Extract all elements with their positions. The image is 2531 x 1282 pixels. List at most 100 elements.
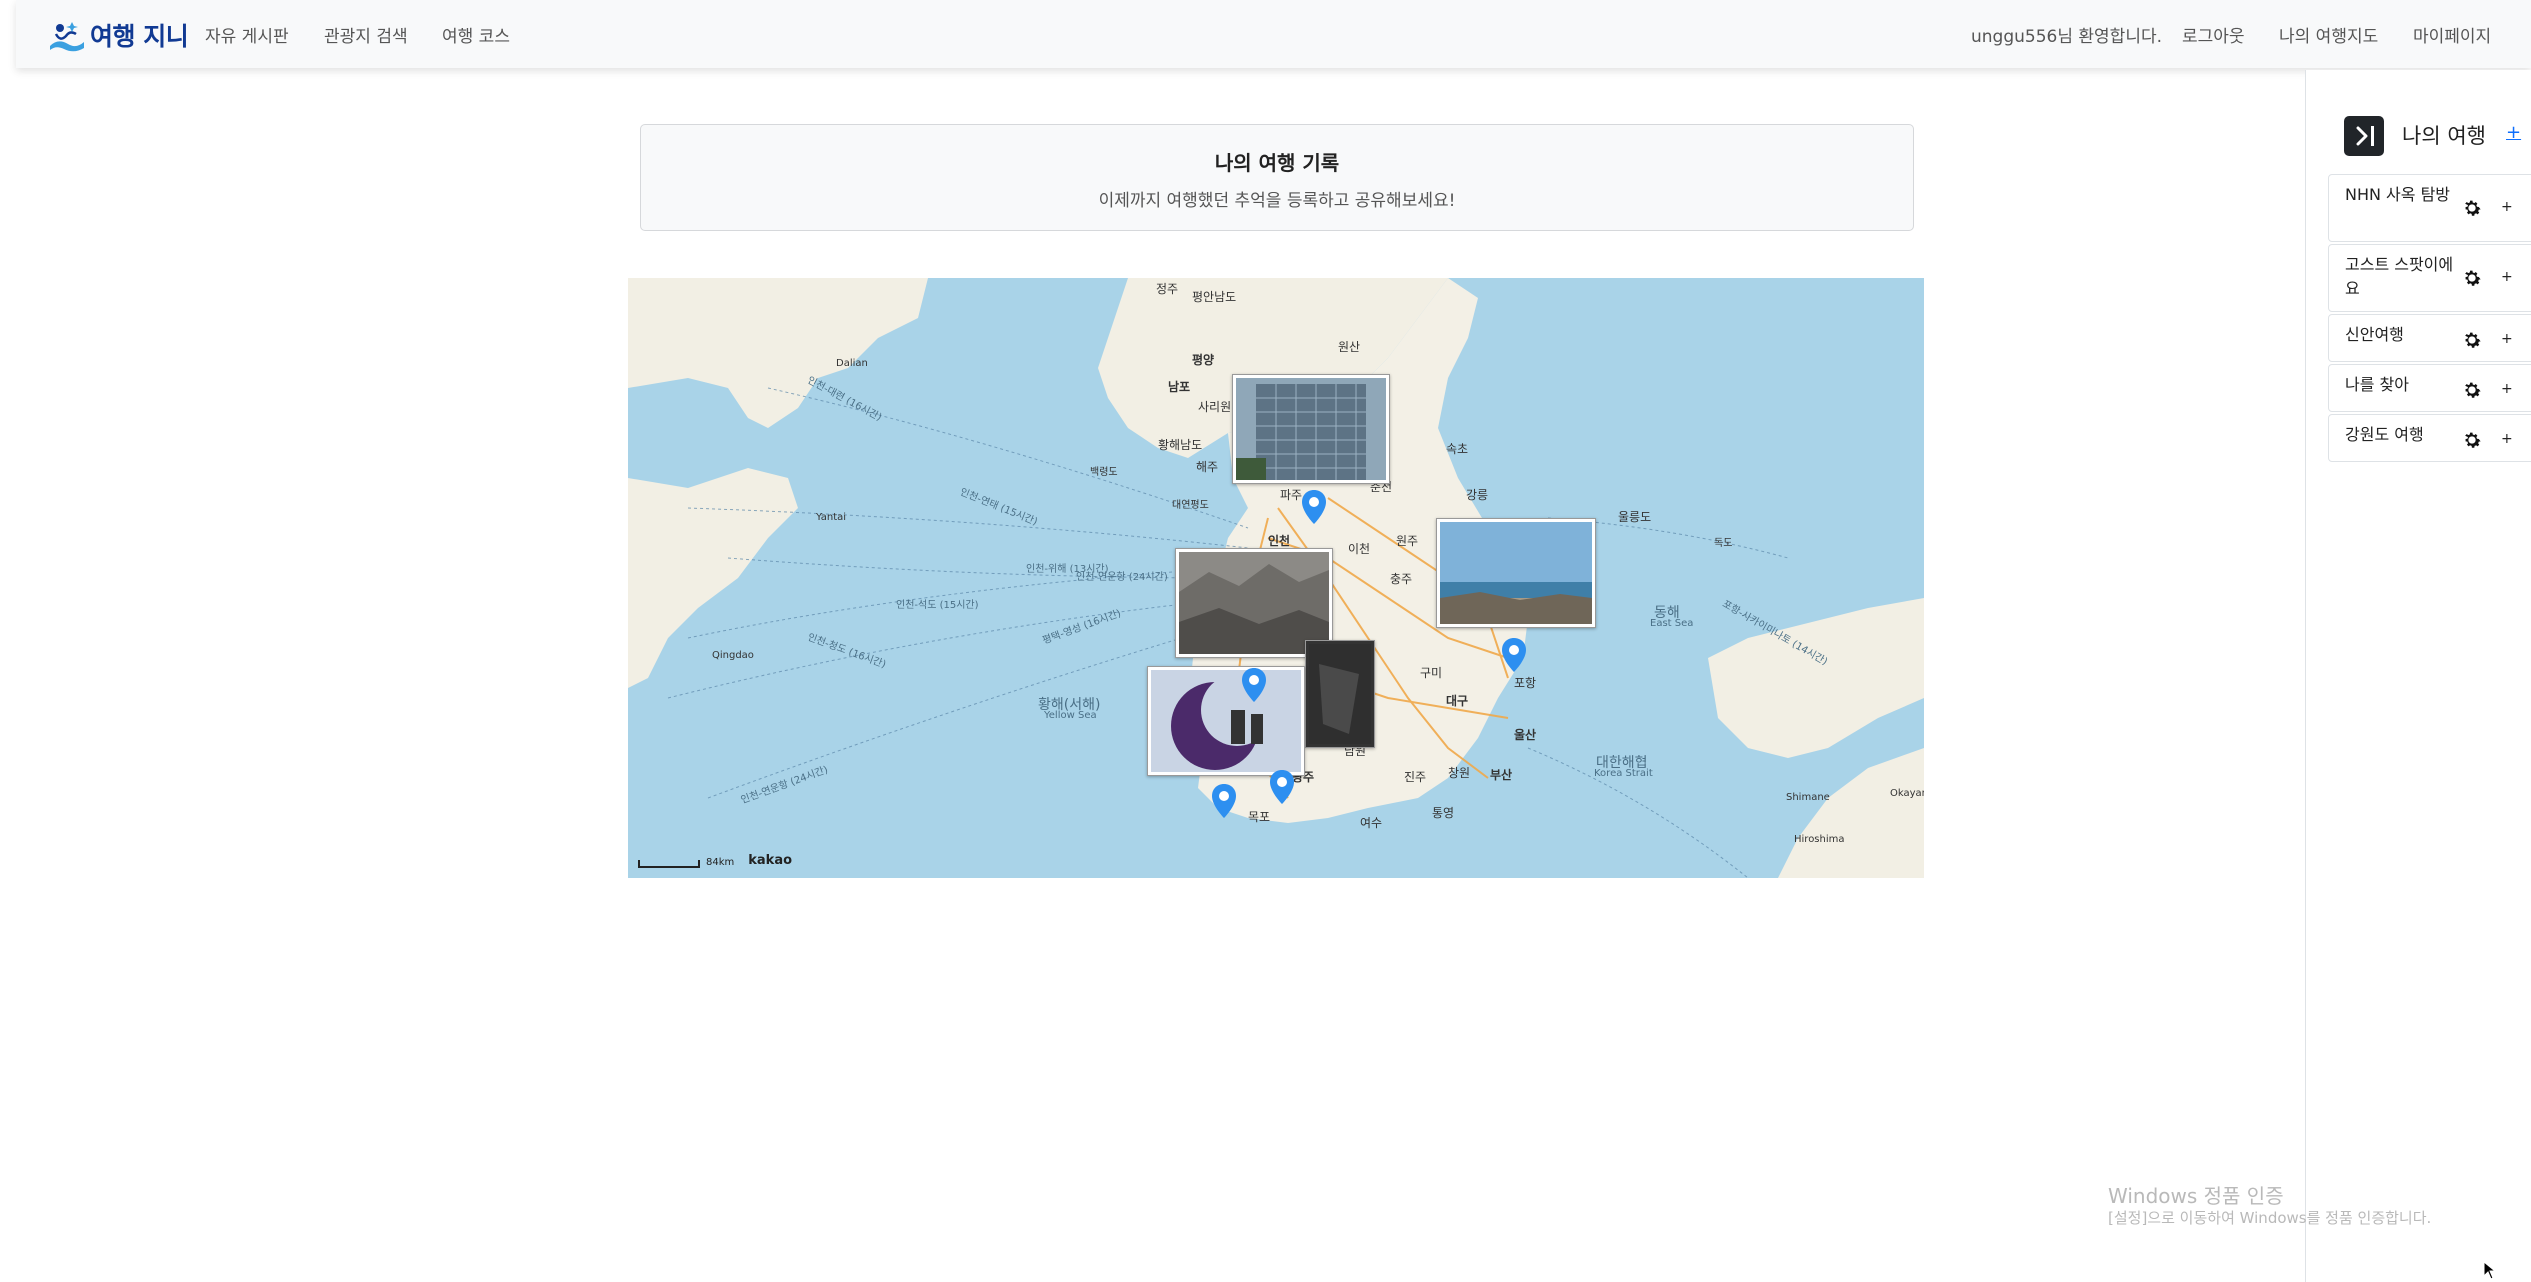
logout-link[interactable]: 로그아웃 <box>2182 22 2245 47</box>
map-label-city: 속초 <box>1446 442 1469 456</box>
nav-travel-course[interactable]: 여행 코스 <box>442 22 510 47</box>
map-label-city: 이천 <box>1348 542 1371 556</box>
trip-item[interactable]: 강원도 여행 + <box>2328 414 2531 462</box>
trip-add-button[interactable]: + <box>2501 199 2513 215</box>
map-label-city: Hiroshima <box>1794 834 1845 845</box>
map-label-city: 독도 <box>1714 538 1733 549</box>
map-label-city: 사리원 <box>1198 400 1232 414</box>
nav-free-board[interactable]: 자유 게시판 <box>205 22 289 47</box>
dark-photo-icon <box>1309 644 1371 744</box>
map-label-city: 포항 <box>1514 676 1537 690</box>
sea-label: East Sea <box>1650 618 1694 629</box>
map-label-city: 평안남도 <box>1192 290 1237 304</box>
map-label-city: 대연평도 <box>1172 500 1209 511</box>
gear-icon[interactable] <box>2461 197 2483 219</box>
trip-name: NHN 사옥 탐방 <box>2345 185 2451 204</box>
map-label-city: Dalian <box>836 358 868 369</box>
brand-logo-link[interactable]: 여행 지니 <box>46 14 189 56</box>
travel-map[interactable]: 정주 평안남도 평양 남포 사리원 황해남도 해주 백령도 대연평도 파주 인천… <box>628 278 1924 878</box>
map-label-city: 파주 <box>1280 488 1303 502</box>
trip-item[interactable]: 고스트 스팟이에요 + <box>2328 244 2531 312</box>
sea-label: Yellow Sea <box>1044 710 1097 721</box>
map-label-city: 원산 <box>1338 340 1361 354</box>
scale-text: 84km <box>706 857 735 868</box>
gear-icon[interactable] <box>2461 267 2483 289</box>
my-trips-sidebar: 나의 여행 + NHN 사옥 탐방 + 고스트 스팟이에요 + 신안여행 + 나… <box>2305 70 2531 1282</box>
windows-activation-title: Windows 정품 인증 <box>2108 1184 2284 1208</box>
sidebar-toggle-button[interactable] <box>2344 116 2384 156</box>
map-pin-icon[interactable] <box>1502 638 1526 672</box>
rocks-photo-icon <box>1179 552 1329 654</box>
gear-icon[interactable] <box>2461 429 2483 451</box>
windows-activation-subtitle: [설정]으로 이동하여 Windows를 정품 인증합니다. <box>2108 1209 2432 1227</box>
map-label-city: 진주 <box>1404 770 1427 784</box>
map-label-city: 평양 <box>1192 353 1215 367</box>
photo-marker-dark[interactable] <box>1305 640 1375 748</box>
travel-record-header: 나의 여행 기록 이제까지 여행했던 추억을 등록하고 공유해보세요! <box>640 124 1914 231</box>
trip-add-button[interactable]: + <box>2501 381 2513 397</box>
beach-photo-icon <box>1440 522 1592 624</box>
my-travel-map-link[interactable]: 나의 여행지도 <box>2279 22 2378 47</box>
map-pin-icon[interactable] <box>1212 784 1236 818</box>
map-label-city: 구미 <box>1420 666 1443 680</box>
nav-attraction-search[interactable]: 관광지 검색 <box>324 22 408 47</box>
map-label-city: 충주 <box>1390 572 1413 586</box>
brand-genie-icon <box>50 22 84 52</box>
map-label-city: 통영 <box>1432 806 1455 820</box>
map-label-city: 남포 <box>1168 380 1191 394</box>
map-label-city: Yantai <box>816 512 847 523</box>
ferry-route-label: 인천-연운항 (24시간) <box>1076 572 1168 583</box>
map-label-city: 황해남도 <box>1158 438 1203 452</box>
kakao-logo: kakao <box>748 853 793 868</box>
top-navbar: 여행 지니 자유 게시판 관광지 검색 여행 코스 unggu556님 환영합니… <box>16 0 2531 68</box>
trip-add-button[interactable]: + <box>2501 431 2513 447</box>
map-label-city: 목포 <box>1248 810 1271 824</box>
ferry-route-label: 인천-석도 (15시간) <box>896 600 979 611</box>
trip-add-button[interactable]: + <box>2501 269 2513 285</box>
trip-name: 강원도 여행 <box>2345 425 2424 444</box>
page-title: 나의 여행 기록 <box>1214 151 1340 175</box>
map-pin-icon[interactable] <box>1242 668 1266 702</box>
map-label-city: 울릉도 <box>1618 510 1652 524</box>
trip-item[interactable]: NHN 사옥 탐방 + <box>2328 174 2531 242</box>
map-label-city: 대구 <box>1446 694 1469 708</box>
map-pin-icon[interactable] <box>1270 770 1294 804</box>
building-photo-icon <box>1236 378 1386 480</box>
trip-item[interactable]: 신안여행 + <box>2328 314 2531 362</box>
trip-item[interactable]: 나를 찾아 + <box>2328 364 2531 412</box>
gear-icon[interactable] <box>2461 379 2483 401</box>
map-label-city: 백령도 <box>1090 467 1118 478</box>
trip-add-button[interactable]: + <box>2501 331 2513 347</box>
map-pin-icon[interactable] <box>1302 490 1326 524</box>
photo-marker-building[interactable] <box>1232 374 1390 484</box>
trip-name: 고스트 스팟이에요 <box>2345 255 2454 298</box>
sidebar-title: 나의 여행 <box>2402 124 2486 148</box>
chevron-right-icon <box>2356 126 2374 146</box>
gear-icon[interactable] <box>2461 329 2483 351</box>
map-label-city: Qingdao <box>712 650 754 661</box>
map-label-city: 해주 <box>1196 460 1219 474</box>
mypage-link[interactable]: 마이페이지 <box>2413 22 2491 47</box>
map-label-city: 울산 <box>1514 728 1537 742</box>
mouse-cursor-icon <box>2484 1262 2496 1280</box>
map-label-city: 인천 <box>1268 534 1291 548</box>
welcome-text: unggu556님 환영합니다. <box>1971 27 2163 47</box>
page-subtitle: 이제까지 여행했던 추억을 등록하고 공유해보세요! <box>1098 191 1456 211</box>
scale-bar <box>638 860 700 868</box>
add-trip-button[interactable]: + <box>2506 122 2521 143</box>
map-label-city: Shimane <box>1786 792 1830 803</box>
map-label-city: 정주 <box>1156 282 1179 296</box>
map-label-city: 창원 <box>1448 766 1471 780</box>
map-label-city: 원주 <box>1396 534 1419 548</box>
map-label-city: Okayama <box>1890 788 1924 799</box>
map-label-city: 강릉 <box>1466 488 1489 502</box>
brand-name: 여행 지니 <box>90 22 189 51</box>
sea-label: Korea Strait <box>1594 768 1653 779</box>
moon-photo-icon <box>1151 670 1301 772</box>
trip-name: 신안여행 <box>2345 325 2404 344</box>
map-label-city: 여수 <box>1360 816 1383 830</box>
photo-marker-moon[interactable] <box>1147 666 1305 776</box>
map-label-city: 부산 <box>1490 768 1513 782</box>
photo-marker-beach[interactable] <box>1436 518 1596 628</box>
map-scale: 84km kakao <box>638 853 792 868</box>
